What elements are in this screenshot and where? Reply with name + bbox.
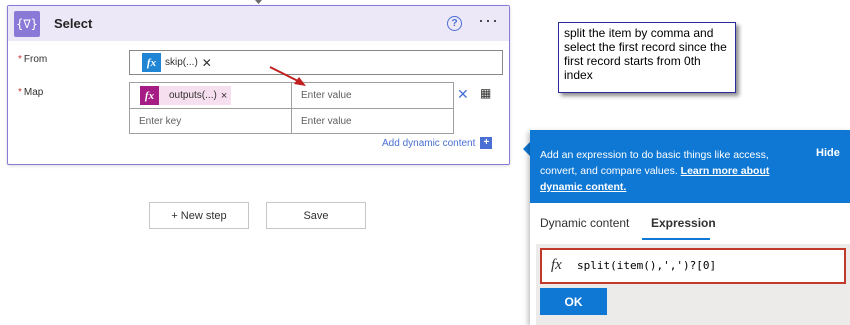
active-tab-indicator [642,238,710,240]
fx-icon: fx [142,53,161,72]
more-options-icon[interactable]: ··· [478,10,499,31]
remove-token-icon[interactable]: × [221,90,227,102]
panel-header: Add an expression to do basic things lik… [530,130,850,203]
token-label: skip(...) [165,57,198,68]
token-label: outputs(...) [169,90,217,101]
from-label: * From [18,54,48,65]
dynamic-content-panel: Add an expression to do basic things lik… [530,130,850,325]
save-button[interactable]: Save [266,202,366,229]
select-action-card: {∇} Select ? ··· * From fx skip(...) ✕ * M… [7,5,510,165]
expression-input[interactable]: split(item(),',')?[0] [577,259,716,272]
help-icon[interactable]: ? [447,16,462,31]
remove-token-icon[interactable]: ✕ [202,56,212,70]
panel-caret [523,142,530,156]
map-value-input[interactable]: Enter value [292,83,453,108]
card-title: Select [54,16,93,31]
expression-input-box[interactable]: fx split(item(),',')?[0] [540,248,846,284]
map-value-input-2[interactable]: Enter value [292,109,453,133]
map-key-input[interactable]: Enter key [130,109,291,133]
tab-dynamic-content[interactable]: Dynamic content [540,216,629,230]
add-dynamic-content-link[interactable]: Add dynamic content + [382,137,493,149]
connector-arrow [255,0,262,4]
map-label: * Map [18,87,44,98]
annotation-callout: split the item by comma and select the f… [558,22,736,93]
fx-icon: fx [140,86,159,105]
fx-icon: fx [551,257,562,273]
flow-designer: {∇} Select ? ··· * From fx skip(...) ✕ * M… [0,0,850,325]
ok-button[interactable]: OK [540,288,607,315]
card-header[interactable]: {∇} Select ? ··· [8,6,509,41]
select-braces-icon: {∇} [14,10,40,37]
switch-to-text-mode-icon[interactable]: ▦ [480,86,491,100]
skip-token[interactable]: fx skip(...) ✕ [142,53,212,72]
remove-row-icon[interactable]: ✕ [457,86,469,103]
tab-expression[interactable]: Expression [651,216,716,230]
annotation-arrow [269,66,306,86]
expression-area: fx split(item(),',')?[0] OK [536,244,850,325]
from-input[interactable]: fx skip(...) ✕ [129,50,503,75]
plus-icon: + [480,137,493,149]
outputs-token[interactable]: fx outputs(...) × [140,86,232,105]
new-step-button[interactable]: + New step [149,202,249,229]
hide-button[interactable]: Hide [816,147,840,159]
